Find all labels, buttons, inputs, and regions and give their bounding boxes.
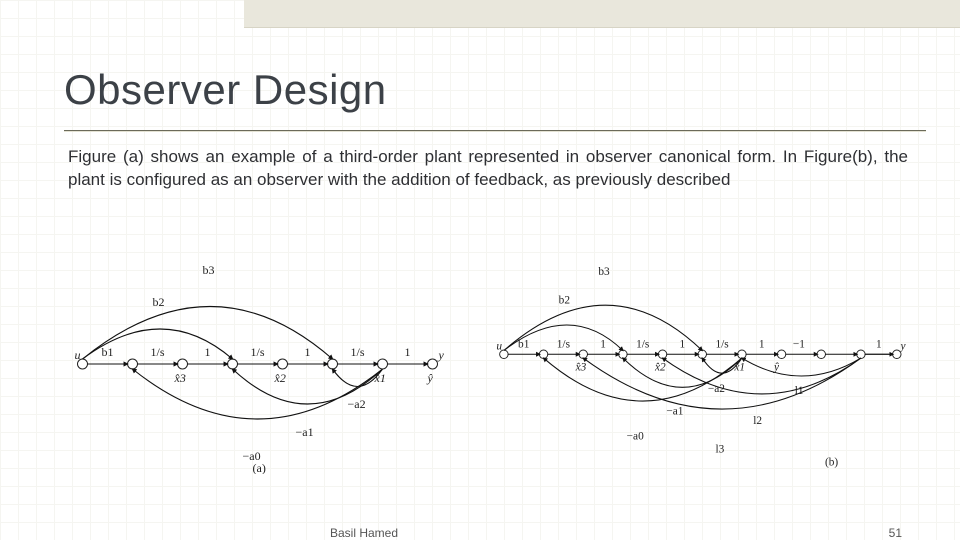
svg-text:b3: b3 (203, 263, 215, 277)
title-underline (64, 130, 926, 131)
svg-text:1/s: 1/s (557, 339, 570, 351)
svg-text:b2: b2 (153, 295, 165, 309)
footer-author: Basil Hamed (330, 526, 398, 540)
signal-flow-graph-a: u b1 1/s 1 1/s 1 1/s 1 y x̂3 x̂2 x̂1 ŷ b… (50, 244, 475, 474)
svg-text:1/s: 1/s (715, 339, 728, 351)
main-chain-a (78, 359, 438, 369)
svg-text:b1: b1 (518, 339, 529, 351)
output-label-b: y (900, 341, 907, 353)
svg-text:1/s: 1/s (251, 345, 265, 359)
figure-b-caption: (b) (825, 457, 838, 469)
figure-a: u b1 1/s 1 1/s 1 1/s 1 y x̂3 x̂2 x̂1 ŷ b… (50, 244, 475, 474)
svg-text:−a0: −a0 (627, 430, 644, 442)
svg-text:−a2: −a2 (348, 397, 366, 411)
svg-text:l3: l3 (715, 444, 724, 456)
figure-a-caption: (a) (253, 461, 266, 474)
svg-text:ŷ: ŷ (427, 371, 434, 385)
main-chain-b (500, 350, 901, 359)
svg-text:1: 1 (680, 339, 686, 351)
svg-text:b2: b2 (559, 294, 571, 306)
slide-title: Observer Design (64, 66, 387, 114)
svg-text:b1: b1 (102, 345, 114, 359)
svg-text:ŷ: ŷ (773, 361, 780, 373)
svg-text:x̂3: x̂3 (174, 371, 186, 385)
svg-text:x̂2: x̂2 (274, 371, 286, 385)
svg-text:x̂2: x̂2 (654, 361, 666, 373)
svg-text:1: 1 (600, 339, 606, 351)
svg-text:−1: −1 (793, 339, 805, 351)
input-label-b: u (496, 341, 502, 353)
slide-header-bar (244, 0, 960, 28)
figure-b: u b1 1/s 1 1/s 1 1/s 1 −1 1 y x̂3 x̂2 x̂… (485, 244, 910, 474)
slide-body-text: Figure (a) shows an example of a third-o… (68, 146, 908, 192)
svg-text:1: 1 (876, 339, 882, 351)
svg-text:1: 1 (405, 345, 411, 359)
svg-text:−a1: −a1 (296, 425, 314, 439)
signal-flow-graph-b: u b1 1/s 1 1/s 1 1/s 1 −1 1 y x̂3 x̂2 x̂… (485, 244, 910, 474)
figure-row: u b1 1/s 1 1/s 1 1/s 1 y x̂3 x̂2 x̂1 ŷ b… (50, 244, 910, 474)
svg-text:1: 1 (305, 345, 311, 359)
svg-text:1: 1 (759, 339, 765, 351)
svg-text:l1: l1 (795, 385, 804, 397)
svg-text:x̂3: x̂3 (575, 361, 587, 373)
input-label-a: u (75, 348, 81, 362)
svg-text:−a1: −a1 (666, 406, 683, 418)
output-label-a: y (438, 348, 445, 362)
svg-text:1/s: 1/s (151, 345, 165, 359)
svg-text:1/s: 1/s (351, 345, 365, 359)
svg-text:1/s: 1/s (636, 339, 649, 351)
footer-page-number: 51 (889, 526, 902, 540)
svg-text:1: 1 (205, 345, 211, 359)
svg-text:b3: b3 (598, 266, 610, 278)
svg-text:l2: l2 (753, 415, 762, 427)
